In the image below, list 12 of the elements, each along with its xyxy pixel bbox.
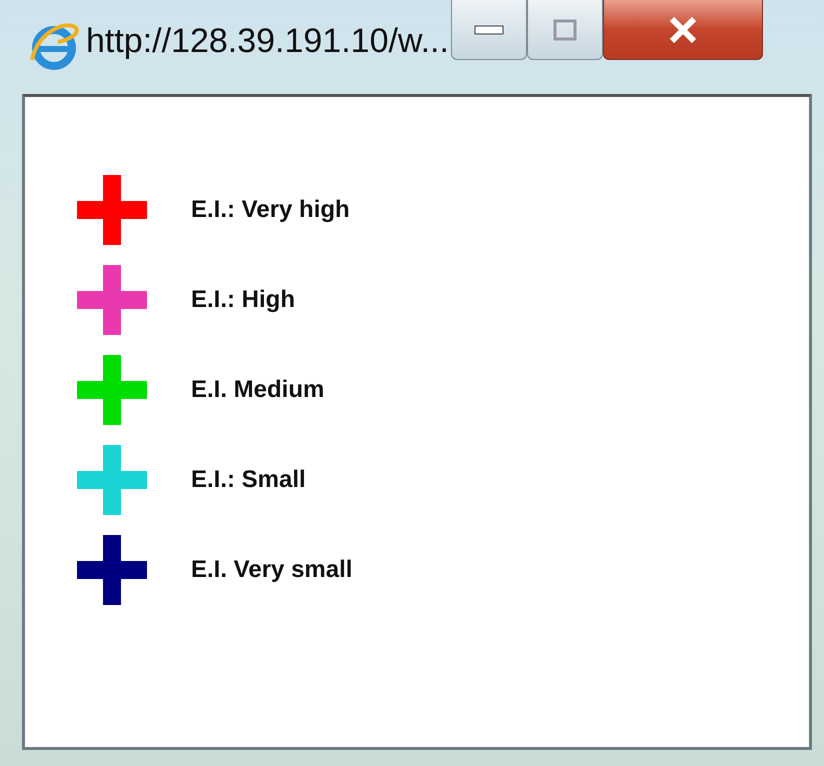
legend-label: E.I.: High xyxy=(191,286,295,314)
maximize-icon xyxy=(552,18,577,40)
close-button[interactable] xyxy=(602,0,763,60)
maximize-button[interactable] xyxy=(526,0,603,60)
legend-label: E.I. Medium xyxy=(191,376,324,404)
minimize-icon xyxy=(474,24,504,36)
legend-label: E.I. Very small xyxy=(191,556,352,584)
close-icon xyxy=(668,16,698,44)
legend-label: E.I.: Small xyxy=(191,466,306,494)
window-title: http://128.39.191.10/w... xyxy=(86,22,449,61)
legend-label: E.I.: Very high xyxy=(191,196,350,224)
minimize-button[interactable] xyxy=(450,0,527,60)
